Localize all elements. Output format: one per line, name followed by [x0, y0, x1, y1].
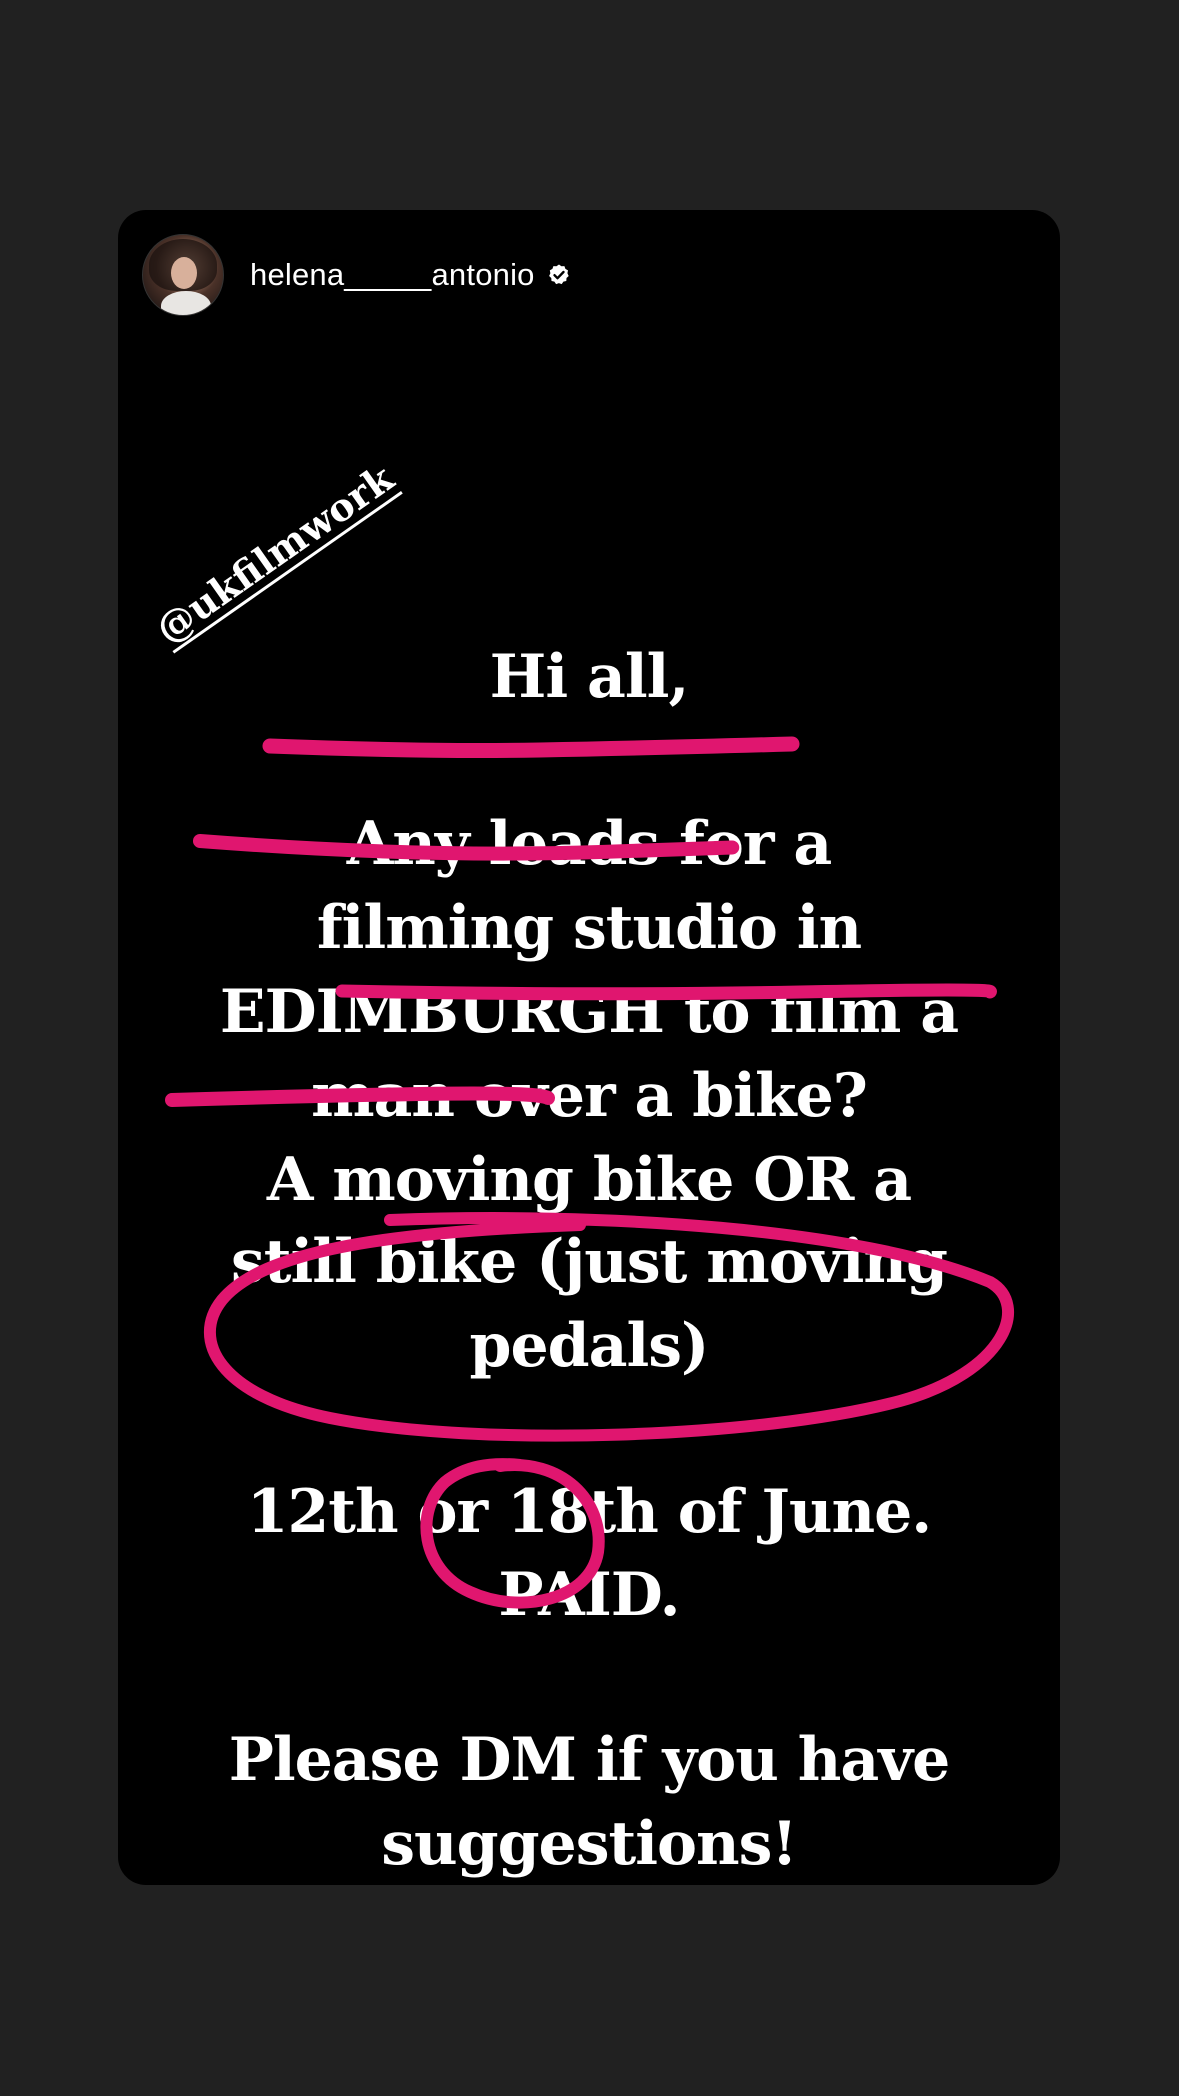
message-line-9: 12th or 18th of June.	[246, 1477, 932, 1547]
message-line-1: Hi all,	[489, 642, 690, 712]
message-line-8: pedals)	[469, 1311, 710, 1381]
message-line-11: Please DM if you have	[228, 1725, 951, 1795]
message-line-5: man over a bike?	[311, 1061, 868, 1131]
message-line-10: PAID.	[498, 1560, 680, 1630]
message-line-6: A moving bike OR a	[266, 1145, 912, 1215]
message-line-3: filming studio in	[316, 893, 862, 963]
avatar[interactable]	[142, 234, 224, 316]
verified-badge-icon	[548, 264, 569, 285]
username[interactable]: helena_____antonio	[250, 257, 535, 293]
mention-sticker[interactable]: @ukfilmwork	[147, 455, 403, 654]
story-card[interactable]: helena_____antonio @ukfilmwork Hi all, A…	[118, 210, 1060, 1885]
message-line-4: EDIMBURGH to film a	[219, 977, 959, 1047]
message-line-7: still bike (just moving	[231, 1227, 948, 1297]
message-line-12: suggestions!	[381, 1809, 798, 1879]
message-line-2: Any leads for a	[346, 809, 833, 879]
story-header: helena_____antonio	[142, 234, 571, 316]
